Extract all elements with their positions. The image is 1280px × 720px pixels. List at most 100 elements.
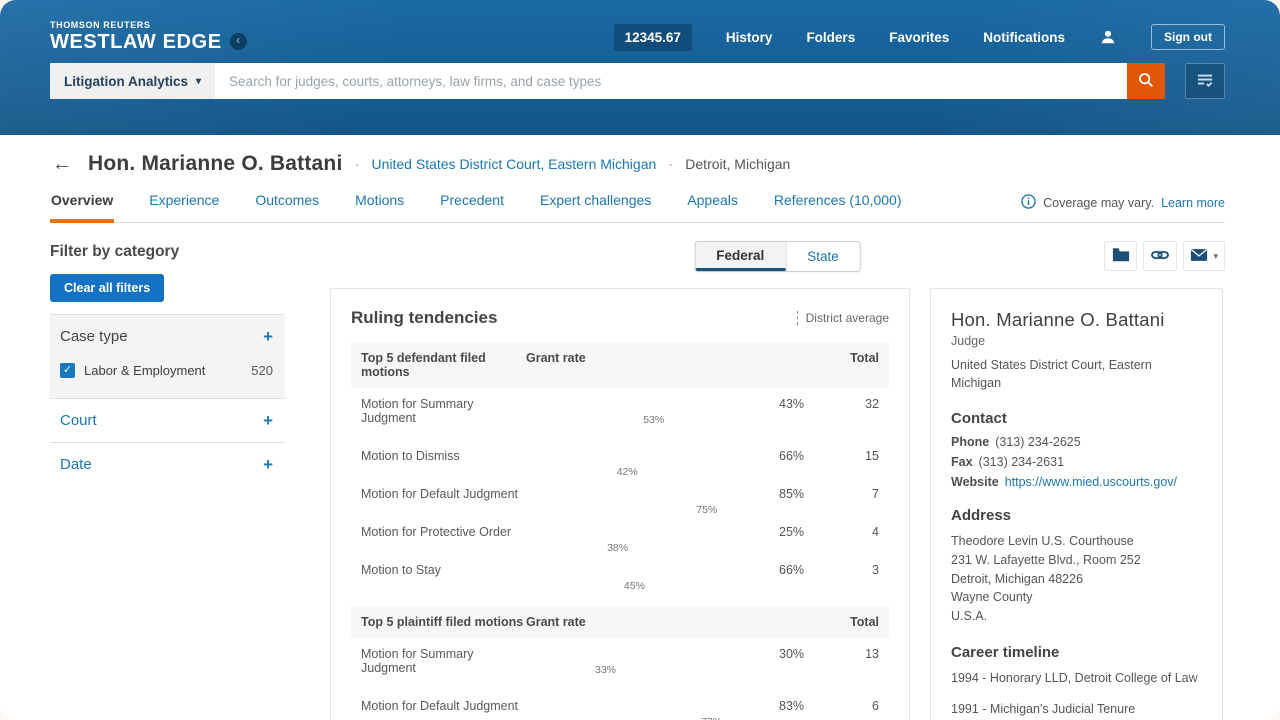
table-row: Motion for Protective Order 38% 25% 4 [351,516,889,554]
coverage-note: Coverage may vary. Learn more [1021,194,1225,222]
defendant-motions-table: Top 5 defendant filed motions Grant rate… [351,342,889,592]
total-value: 15 [837,447,879,463]
date-header[interactable]: Date + [60,456,273,473]
career-entry: 1994 - Honorary LLD, Detroit College of … [951,669,1202,687]
col-grant-rate-header: Grant rate [526,351,767,379]
clear-all-filters-button[interactable]: Clear all filters [50,274,164,302]
district-average-legend: District average [797,311,889,325]
address-line: Wayne County [951,588,1202,607]
search-button[interactable] [1127,63,1165,99]
total-value: 13 [837,645,879,661]
expand-plus-icon[interactable]: + [263,412,273,429]
total-value: 6 [837,697,879,713]
total-value: 4 [837,523,879,539]
address-line: 231 W. Lafayette Blvd., Room 252 [951,551,1202,570]
sign-out-button[interactable]: Sign out [1151,24,1225,50]
website-link[interactable]: https://www.mied.uscourts.gov/ [1005,475,1177,489]
expand-plus-icon[interactable]: + [263,328,273,345]
user-account-icon[interactable] [1099,28,1117,46]
page-title: Hon. Marianne O. Battani [88,152,343,176]
filter-group-case-type: Case type + ✓ Labor & Employment 520 [50,314,285,398]
judge-location: Detroit, Michigan [685,156,790,172]
nav-notifications[interactable]: Notifications [983,30,1065,45]
court-link[interactable]: United States District Court, Eastern Mi… [372,156,657,172]
search-icon [1137,71,1155,92]
tab-overview[interactable]: Overview [50,182,114,223]
fax-line: Fax (313) 234-2631 [951,455,1202,469]
grant-rate-value: 43% [779,395,829,411]
career-entry: 1991 - Michigan's Judicial Tenure Commis… [951,700,1202,720]
court-header[interactable]: Court + [60,412,273,429]
nav-folders[interactable]: Folders [806,30,855,45]
tab-experience[interactable]: Experience [148,182,220,223]
results-list-button[interactable] [1185,63,1225,99]
district-average-value: 38% [607,542,628,554]
grant-rate-value: 66% [779,447,829,463]
dashed-line-icon [797,311,798,325]
brand-collapse-icon[interactable]: ‹ [230,33,247,50]
search-category-label: Litigation Analytics [64,74,188,89]
table-row: Motion for Default Judgment 77% 83% 6 [351,690,889,720]
brand-eyebrow: THOMSON REUTERS [50,21,247,31]
tab-expert-challenges[interactable]: Expert challenges [539,182,652,223]
tab-motions[interactable]: Motions [354,182,405,223]
search-bar: Litigation Analytics ▾ [50,63,1225,99]
copy-link-button[interactable] [1143,241,1177,271]
fax-label: Fax [951,455,973,469]
fax-value: (313) 234-2631 [979,455,1064,469]
judge-title-bar: ← Hon. Marianne O. Battani · United Stat… [50,152,1225,176]
col-motions-header: Top 5 defendant filed motions [361,351,526,379]
district-average-value: 33% [595,664,616,676]
profile-role: Judge [951,334,1202,348]
table-row: Motion to Stay 45% 66% 3 [351,554,889,592]
col-total-header: Total [837,351,879,379]
motion-label: Motion to Stay [361,561,526,577]
email-button[interactable]: ▾ [1183,241,1225,271]
chevron-down-icon: ▾ [1213,251,1218,262]
save-to-folder-button[interactable] [1104,241,1137,271]
expand-plus-icon[interactable]: + [263,456,273,473]
search-input[interactable] [215,63,1127,99]
brand-logo: THOMSON REUTERS WESTLAW EDGE ‹ [50,21,247,53]
tab-appeals[interactable]: Appeals [686,182,739,223]
plaintiff-motions-table: Top 5 plaintiff filed motions Grant rate… [351,606,889,720]
main-content: Federal State [285,223,1280,720]
case-type-header[interactable]: Case type + [60,328,273,345]
filter-item-labor-employment[interactable]: ✓ Labor & Employment 520 [60,363,273,378]
website-line: Websitehttps://www.mied.uscourts.gov/ [951,475,1202,489]
nav-favorites[interactable]: Favorites [889,30,949,45]
app-window: THOMSON REUTERS WESTLAW EDGE ‹ 12345.67 … [0,0,1280,720]
grant-rate-value: 85% [779,485,829,501]
motion-label: Motion for Default Judgment [361,697,526,713]
district-average-value: 75% [696,504,717,516]
total-value: 3 [837,561,879,577]
profile-court: United States District Court, Eastern Mi… [951,357,1202,392]
ruling-tendencies-card: Ruling tendencies District average Top 5… [330,288,910,720]
checkbox-checked-icon[interactable]: ✓ [60,363,75,378]
grant-rate-value: 83% [779,697,829,713]
motion-label: Motion to Dismiss [361,447,526,463]
nav-history[interactable]: History [726,30,773,45]
tab-outcomes[interactable]: Outcomes [254,182,320,223]
address-line: Detroit, Michigan 48226 [951,570,1202,589]
folder-icon [1112,247,1130,265]
learn-more-link[interactable]: Learn more [1161,196,1225,210]
profile-name: Hon. Marianne O. Battani [951,309,1202,331]
table-header: Top 5 defendant filed motions Grant rate… [351,342,889,388]
tab-precedent[interactable]: Precedent [439,182,505,223]
toggle-federal[interactable]: Federal [695,242,785,271]
tab-references[interactable]: References (10,000) [773,182,903,223]
back-arrow-icon[interactable]: ← [50,154,74,174]
district-average-value: 45% [624,580,645,592]
list-check-icon [1196,72,1214,91]
filter-heading: Filter by category [50,243,285,261]
client-id[interactable]: 12345.67 [614,24,692,51]
search-category-dropdown[interactable]: Litigation Analytics ▾ [50,63,215,99]
col-spacer [779,351,829,379]
phone-value: (313) 234-2625 [995,435,1080,449]
motion-label: Motion for Protective Order [361,523,526,539]
mail-icon [1190,248,1208,265]
district-average-value: 42% [617,466,638,478]
toggle-state[interactable]: State [785,242,860,271]
brand-name: WESTLAW EDGE [50,31,222,53]
